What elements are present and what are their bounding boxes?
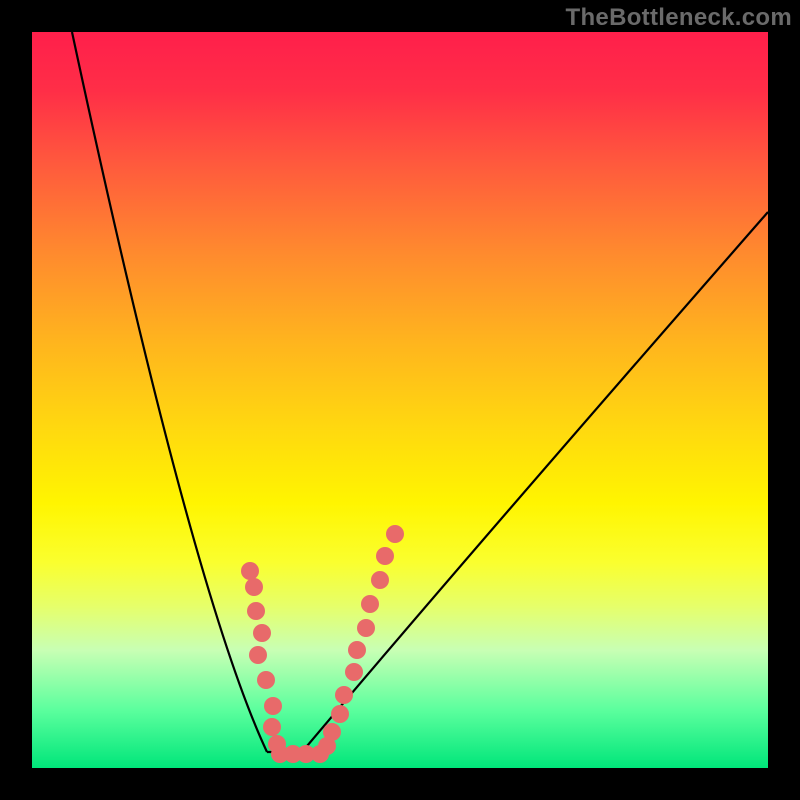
data-dot — [257, 671, 275, 689]
data-dot — [253, 624, 271, 642]
data-dot — [348, 641, 366, 659]
data-dot — [323, 723, 341, 741]
data-dot — [241, 562, 259, 580]
data-dot — [249, 646, 267, 664]
data-dot — [345, 663, 363, 681]
data-dot — [331, 705, 349, 723]
data-dot — [371, 571, 389, 589]
watermark-text: TheBottleneck.com — [566, 4, 792, 32]
data-dot — [245, 578, 263, 596]
data-dot — [361, 595, 379, 613]
data-dot — [357, 619, 375, 637]
left-curve — [72, 32, 267, 752]
curves-layer — [32, 32, 768, 768]
data-dot — [335, 686, 353, 704]
chart-frame: TheBottleneck.com — [0, 0, 800, 800]
data-dot — [376, 547, 394, 565]
right-curve — [302, 212, 768, 752]
data-dot — [263, 718, 281, 736]
data-dot — [247, 602, 265, 620]
data-dot — [264, 697, 282, 715]
data-dot — [386, 525, 404, 543]
